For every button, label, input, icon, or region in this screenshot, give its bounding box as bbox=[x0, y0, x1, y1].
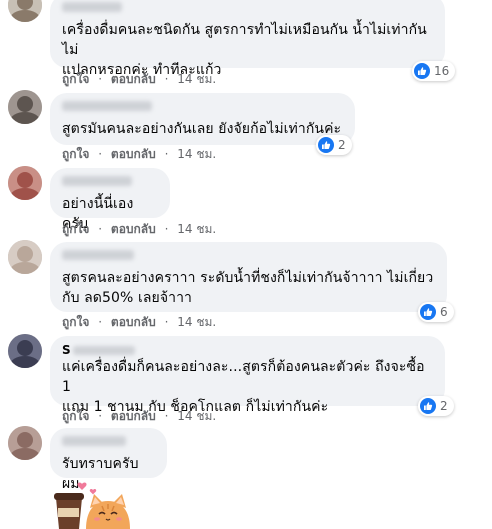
like-link[interactable]: ถูกใจ bbox=[62, 315, 89, 329]
comment-actions: ถูกใจ · ตอบกลับ · 14 ชม. bbox=[62, 409, 217, 423]
comment-bubble: Sakchai Boon อย่างนี้นี่เองครับ bbox=[50, 168, 170, 232]
comment-bubble: Wirat Chai รับทราบครับผม bbox=[50, 428, 167, 492]
comment-actions: ถูกใจ · ตอบกลับ · 14 ชม. bbox=[62, 222, 217, 236]
commenter-name[interactable] bbox=[62, 250, 134, 260]
avatar[interactable] bbox=[8, 0, 42, 22]
commenter-name[interactable] bbox=[62, 2, 122, 12]
thumbs-up-icon bbox=[414, 63, 430, 79]
timestamp[interactable]: 14 ชม. bbox=[177, 147, 216, 161]
thumbs-up-icon bbox=[318, 137, 334, 153]
timestamp[interactable]: 14 ชม. bbox=[177, 409, 216, 423]
timestamp[interactable]: 14 ชม. bbox=[177, 72, 216, 86]
comment-actions: ถูกใจ · ตอบกลับ · 14 ชม. bbox=[62, 315, 217, 329]
reaction-count[interactable]: 2 bbox=[418, 396, 454, 416]
comment-text: สูตรคนละอย่างคราาา ระดับน้ำที่ชงก็ไม่เท่… bbox=[62, 270, 434, 306]
avatar[interactable] bbox=[8, 240, 42, 274]
reply-link[interactable]: ตอบกลับ bbox=[111, 315, 156, 329]
comment-bubble: S แค่เครื่องดื่มก็คนละอย่างละ...สูตรก็ต้… bbox=[50, 336, 445, 415]
like-link[interactable]: ถูกใจ bbox=[62, 409, 89, 423]
reply-link[interactable]: ตอบกลับ bbox=[111, 72, 156, 86]
commenter-name[interactable]: S bbox=[62, 343, 433, 357]
timestamp[interactable]: 14 ชม. bbox=[177, 222, 216, 236]
comment-actions: ถูกใจ · ตอบกลับ · 14 ชม. bbox=[62, 72, 217, 86]
reply-link[interactable]: ตอบกลับ bbox=[111, 409, 156, 423]
reply-link[interactable]: ตอบกลับ bbox=[111, 222, 156, 236]
reaction-count[interactable]: 16 bbox=[412, 61, 456, 81]
avatar[interactable] bbox=[8, 426, 42, 460]
cat-coffee-sticker[interactable] bbox=[50, 478, 140, 529]
commenter-name[interactable] bbox=[62, 101, 152, 111]
avatar[interactable] bbox=[8, 166, 42, 200]
thumbs-up-icon bbox=[420, 398, 436, 414]
commenter-name[interactable] bbox=[62, 436, 126, 446]
thumbs-up-icon bbox=[420, 304, 436, 320]
like-link[interactable]: ถูกใจ bbox=[62, 222, 89, 236]
comment-actions: ถูกใจ · ตอบกลับ · 14 ชม. bbox=[62, 147, 217, 161]
comment-bubble: Jarunee Kim สูตรคนละอย่างคราาา ระดับน้ำท… bbox=[50, 242, 447, 312]
avatar[interactable] bbox=[8, 334, 42, 368]
reaction-count[interactable]: 2 bbox=[316, 135, 352, 155]
comment-text: สูตรมันคนละอย่างกันเลย ยังจัยก้อไม่เท่าก… bbox=[62, 121, 342, 137]
reaction-count[interactable]: 6 bbox=[418, 302, 454, 322]
comment-bubble: Pak Amornthai สูตรมันคนละอย่างกันเลย ยัง… bbox=[50, 93, 355, 145]
like-link[interactable]: ถูกใจ bbox=[62, 72, 89, 86]
comment-bubble: Jutha Bob เครื่องดื่มคนละชนิดกัน สูตรการ… bbox=[50, 0, 445, 78]
reply-link[interactable]: ตอบกลับ bbox=[111, 147, 156, 161]
like-link[interactable]: ถูกใจ bbox=[62, 147, 89, 161]
timestamp[interactable]: 14 ชม. bbox=[177, 315, 216, 329]
commenter-name[interactable] bbox=[62, 176, 132, 186]
avatar[interactable] bbox=[8, 90, 42, 124]
